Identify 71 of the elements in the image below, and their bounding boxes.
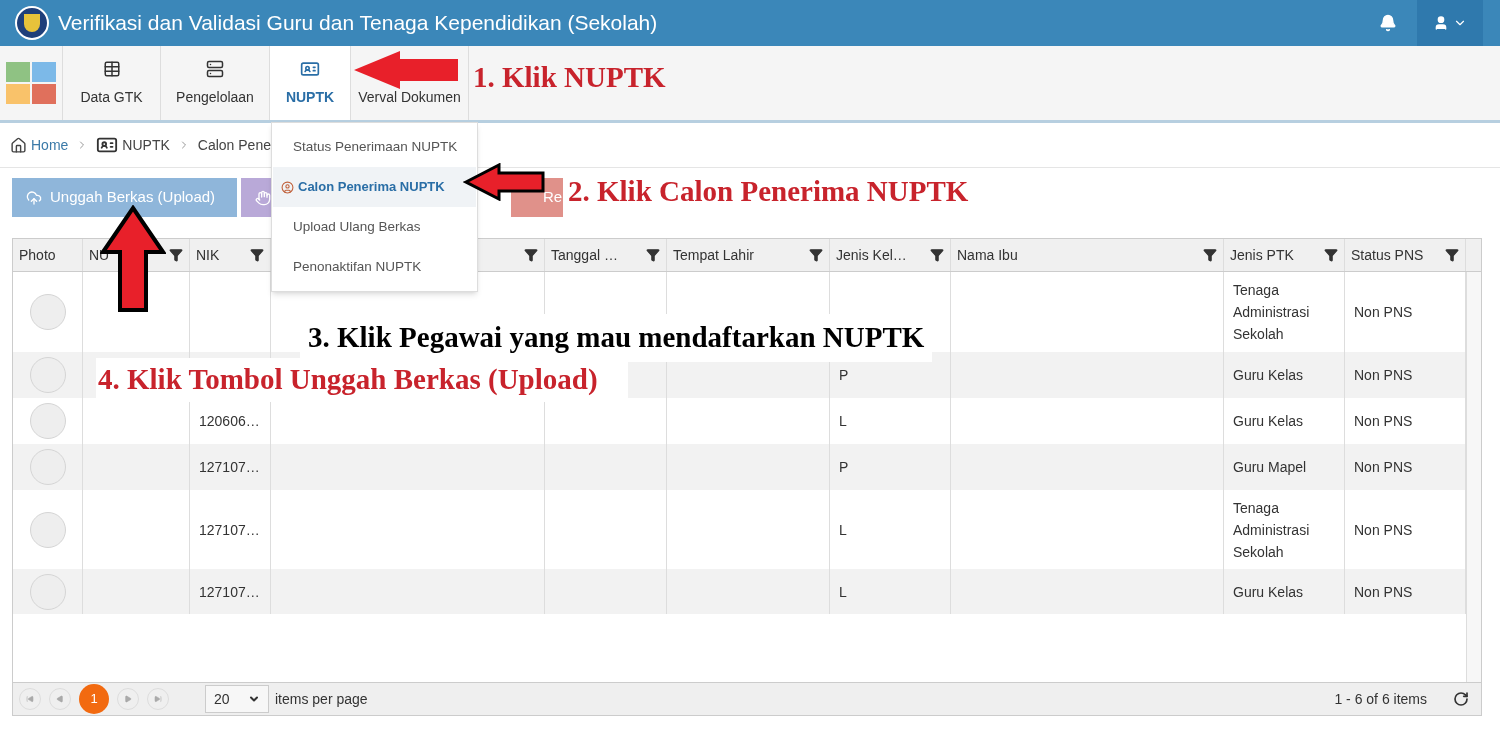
table-cell-text: 127107…	[199, 458, 260, 477]
avatar-icon	[29, 573, 66, 610]
avatar-icon	[29, 403, 66, 439]
annotation-text: 1. Klik NUPTK	[473, 60, 666, 95]
table-cell-text: 127107…	[199, 520, 260, 540]
table-cell-text: Non PNS	[1354, 303, 1413, 322]
table-cell-text: Non PNS	[1354, 582, 1413, 602]
cloud-upload-icon	[26, 189, 42, 206]
annotation-text: 3. Klik Pegawai yang mau mendaftarkan NUPTK	[300, 314, 933, 362]
annotation-text: 4. Klik Tombol Unggah Berkas (Upload)	[96, 358, 628, 402]
table-icon	[102, 59, 121, 78]
table-cell-text: Non PNS	[1354, 458, 1413, 477]
avatar-icon	[29, 511, 66, 548]
table-cell-text: L	[839, 520, 847, 540]
filter-icon[interactable]	[1203, 248, 1217, 262]
filter-icon[interactable]	[169, 248, 183, 262]
menu-item[interactable]: Status Penerimaan NUPTK	[273, 127, 476, 167]
item-count: 1 - 6 of 6 items	[1334, 689, 1427, 709]
table-cell-text: Non PNS	[1354, 412, 1413, 431]
filter-icon[interactable]	[930, 248, 944, 262]
refresh-icon[interactable]	[1453, 691, 1469, 707]
user-icon	[1433, 15, 1449, 31]
column-header[interactable]: Jenis PTK	[1230, 244, 1294, 266]
table-cell-text: Non PNS	[1354, 366, 1413, 385]
menu-item[interactable]: Upload Ulang Berkas	[273, 207, 476, 247]
filter-icon[interactable]	[524, 248, 538, 262]
breadcrumb-link[interactable]: Calon Pene	[197, 134, 271, 156]
page-size-label: items per page	[275, 689, 368, 709]
table-cell-text: Guru Kelas	[1233, 582, 1305, 602]
user-menu-button[interactable]	[1417, 0, 1483, 46]
table-cell-text: P	[839, 366, 849, 385]
nav-tab[interactable]: Data GTK	[63, 46, 161, 120]
table-cell-text: 127107…	[199, 582, 260, 602]
menu-item[interactable]: Calon Penerima NUPTK	[273, 167, 476, 207]
filter-icon[interactable]	[1324, 248, 1338, 262]
table-cell-text: P	[839, 458, 849, 477]
filter-icon[interactable]	[646, 248, 660, 262]
column-header[interactable]: Nama Ibu	[957, 244, 1018, 266]
table-row[interactable]: 127107… P Guru Mapel Non PNS	[13, 444, 1466, 490]
table-cell-text: L	[839, 412, 847, 431]
home-icon	[10, 136, 27, 154]
avatar-icon	[29, 294, 66, 330]
column-header[interactable]: Tempat Lahir	[673, 244, 754, 266]
table-row[interactable]: 127107… L Guru Kelas Non PNS	[13, 569, 1466, 614]
table-cell-text: Tenaga Administrasi Sekolah	[1233, 281, 1311, 344]
table-cell-text: L	[839, 582, 847, 602]
table-cell-text: Non PNS	[1354, 520, 1413, 540]
user-circle-icon	[281, 180, 294, 194]
nav-tab[interactable]: NUPTK	[270, 46, 351, 120]
breadcrumb-link[interactable]: Home	[31, 134, 69, 156]
column-header[interactable]: Jenis Kel…	[836, 244, 907, 266]
page-size-select[interactable]: 20	[205, 685, 269, 713]
app-title: Verifikasi dan Validasi Guru dan Tenaga Kependidikan (Sekolah)	[58, 10, 658, 37]
column-header[interactable]: Photo	[19, 244, 56, 266]
logo-icon	[15, 6, 49, 40]
table-cell-text: Guru Kelas	[1233, 366, 1305, 385]
table-cell-text: Guru Kelas	[1233, 412, 1305, 431]
table-cell-text: Guru Mapel	[1233, 458, 1308, 477]
table-cell-text: 120606…	[199, 412, 260, 431]
filter-icon[interactable]	[809, 248, 823, 262]
table-cell-text: Tenaga Administrasi Sekolah	[1233, 498, 1311, 562]
column-header[interactable]: NIK	[196, 244, 220, 266]
filter-icon[interactable]	[1445, 248, 1459, 262]
breadcrumb-link[interactable]: NUPTK	[122, 134, 170, 156]
avatar-icon	[29, 449, 66, 485]
column-header[interactable]: Status PNS	[1351, 244, 1424, 266]
column-header[interactable]: Tanggal …	[551, 244, 618, 266]
bell-icon[interactable]	[1379, 14, 1397, 32]
filter-icon[interactable]	[250, 248, 264, 262]
avatar-icon	[29, 357, 66, 393]
server-icon	[206, 59, 224, 78]
